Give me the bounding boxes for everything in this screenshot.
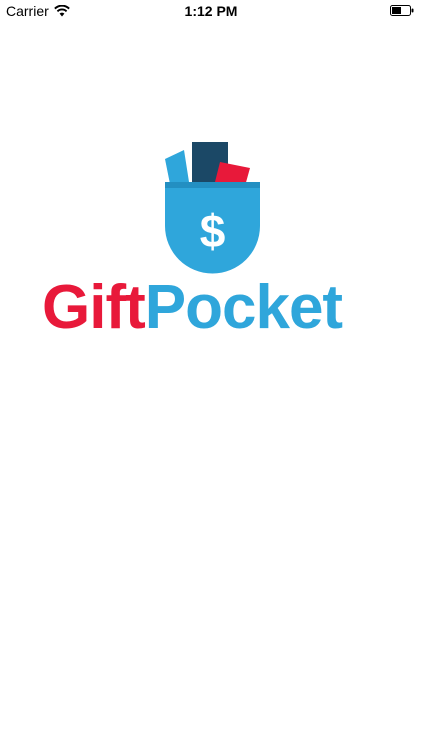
wallet-dollar-icon: $	[165, 142, 260, 274]
battery-icon	[390, 5, 414, 16]
status-bar: Carrier 1:12 PM	[0, 0, 422, 22]
logo-graphic: $ GiftPocket	[42, 142, 343, 342]
dollar-sign: $	[200, 205, 226, 257]
logo-word-gift: Gift	[42, 273, 145, 342]
splash-screen: Carrier 1:12 PM $ GiftPocket	[0, 0, 422, 750]
giftpocket-logo: $ GiftPocket	[40, 140, 385, 350]
logo-word-pocket: Pocket	[145, 273, 343, 342]
status-time: 1:12 PM	[184, 3, 238, 19]
svg-text:GiftPocket: GiftPocket	[42, 273, 342, 342]
